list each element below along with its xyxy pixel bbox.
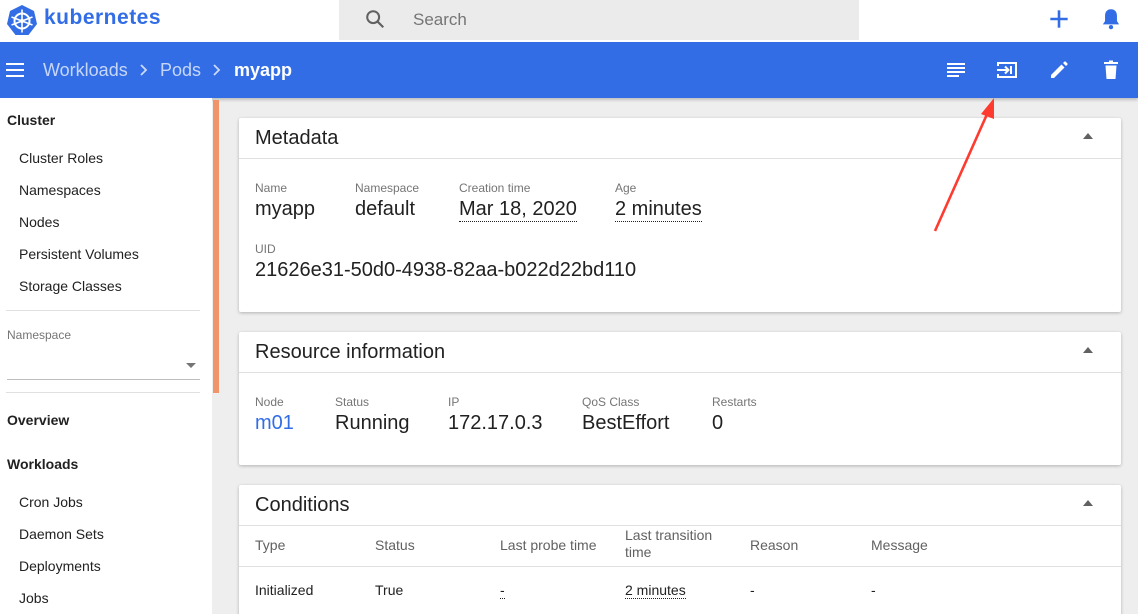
search-input[interactable]: Search — [413, 10, 467, 30]
status-value: Running — [335, 412, 410, 434]
sidebar-item-cluster-roles[interactable]: Cluster Roles — [19, 150, 103, 166]
creation-time-value[interactable]: Mar 18, 2020 — [459, 198, 577, 222]
resource-information-title: Resource information — [255, 341, 446, 363]
sidebar-item-overview[interactable]: Overview — [7, 412, 69, 428]
logs-icon[interactable] — [944, 58, 968, 82]
name-label: Name — [255, 181, 288, 195]
conditions-card: Conditions Type Status Last probe time L… — [239, 485, 1121, 614]
collapse-caret-icon[interactable] — [1083, 347, 1093, 353]
sidebar-item-nodes[interactable]: Nodes — [19, 214, 59, 230]
action-toolbar: Workloads Pods myapp — [0, 42, 1138, 98]
breadcrumb-workloads[interactable]: Workloads — [43, 60, 128, 81]
delete-icon[interactable] — [1099, 58, 1123, 82]
status-label: Status — [335, 395, 370, 409]
card-divider — [239, 158, 1121, 159]
chevron-right-icon — [213, 64, 221, 76]
namespace-field-label: Namespace — [355, 181, 420, 195]
collapse-caret-icon[interactable] — [1083, 500, 1093, 506]
kubernetes-logo-icon[interactable] — [6, 4, 38, 36]
ip-label: IP — [448, 395, 460, 409]
condition-last-transition-time[interactable]: 2 minutes — [625, 582, 686, 599]
conditions-title: Conditions — [255, 494, 350, 516]
column-header-type[interactable]: Type — [255, 537, 285, 554]
create-plus-icon[interactable] — [1046, 6, 1072, 32]
metadata-title: Metadata — [255, 127, 339, 149]
conditions-table-header: Type Status Last probe time Last transit… — [239, 525, 1121, 566]
sidebar-scroll-accent[interactable] — [213, 100, 219, 393]
condition-type: Initialized — [255, 582, 314, 598]
sidebar-item-namespaces[interactable]: Namespaces — [19, 182, 101, 198]
dropdown-caret-icon — [186, 363, 196, 368]
sidebar-item-deployments[interactable]: Deployments — [19, 558, 101, 574]
name-value: myapp — [255, 198, 316, 220]
table-row: Initialized True - 2 minutes - - — [239, 567, 1121, 613]
notifications-bell-icon[interactable] — [1098, 6, 1124, 32]
namespace-field-value: default — [355, 198, 416, 220]
age-value[interactable]: 2 minutes — [615, 198, 702, 222]
sidebar-heading-cluster[interactable]: Cluster — [7, 112, 55, 128]
hamburger-menu-icon[interactable] — [4, 58, 28, 82]
node-link[interactable]: m01 — [255, 412, 294, 435]
sidebar-item-storage-classes[interactable]: Storage Classes — [19, 278, 122, 294]
card-divider — [239, 372, 1121, 373]
collapse-caret-icon[interactable] — [1083, 133, 1093, 139]
column-header-status[interactable]: Status — [375, 537, 415, 554]
sidebar-item-jobs[interactable]: Jobs — [19, 590, 49, 606]
sidebar-item-persistent-volumes[interactable]: Persistent Volumes — [19, 246, 139, 262]
top-bar: kubernetes Search — [0, 0, 1138, 42]
qos-class-label: QoS Class — [582, 395, 640, 409]
sidebar-divider — [6, 310, 200, 311]
column-header-last-transition-time[interactable]: Last transition time — [625, 527, 735, 561]
restarts-value: 0 — [712, 412, 724, 434]
node-label: Node — [255, 395, 284, 409]
column-header-message[interactable]: Message — [871, 537, 928, 554]
age-label: Age — [615, 181, 637, 195]
sidebar-heading-workloads[interactable]: Workloads — [7, 456, 78, 472]
condition-last-probe-time: - — [500, 582, 505, 599]
namespace-select[interactable] — [7, 350, 200, 380]
ip-value: 172.17.0.3 — [448, 412, 543, 434]
namespace-label: Namespace — [7, 328, 72, 342]
restarts-label: Restarts — [712, 395, 757, 409]
condition-status: True — [375, 582, 404, 598]
metadata-card: Metadata Name myapp Namespace default Cr… — [239, 118, 1121, 312]
creation-time-label: Creation time — [459, 181, 531, 195]
condition-message: - — [871, 582, 876, 598]
exec-icon[interactable] — [995, 58, 1019, 82]
chevron-right-icon — [140, 64, 148, 76]
breadcrumb-current: myapp — [234, 60, 293, 80]
sidebar-item-daemon-sets[interactable]: Daemon Sets — [19, 526, 104, 542]
column-header-last-probe-time[interactable]: Last probe time — [500, 537, 597, 554]
sidebar-item-cron-jobs[interactable]: Cron Jobs — [19, 494, 83, 510]
breadcrumb-pods[interactable]: Pods — [160, 60, 201, 81]
uid-label: UID — [255, 242, 276, 256]
uid-value: 21626e31-50d0-4938-82aa-b022d22bd110 — [255, 259, 637, 281]
condition-reason: - — [750, 582, 755, 598]
search-icon — [366, 10, 385, 29]
qos-class-value: BestEffort — [582, 412, 670, 434]
resource-information-card: Resource information Node m01 Status Run… — [239, 332, 1121, 465]
edit-icon[interactable] — [1047, 58, 1071, 82]
column-header-reason[interactable]: Reason — [750, 537, 798, 554]
sidebar-divider — [6, 392, 200, 393]
brand-name[interactable]: kubernetes — [44, 6, 161, 30]
